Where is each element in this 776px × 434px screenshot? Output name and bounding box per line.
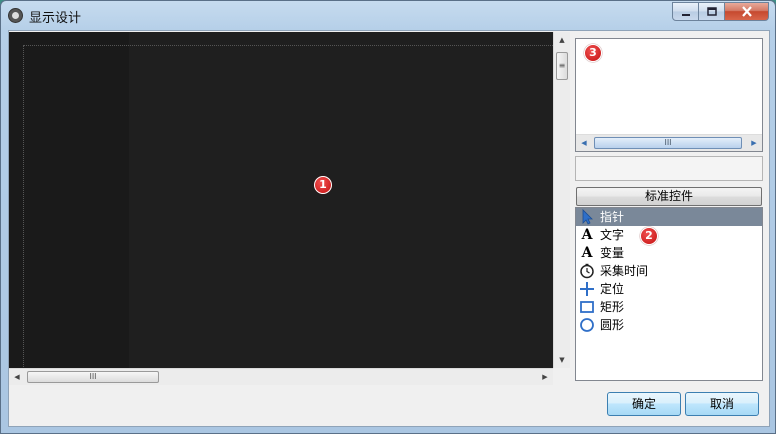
vertical-scroll-thumb[interactable]: ≡: [556, 52, 568, 80]
tool-item-capture-time[interactable]: 采集时间: [576, 262, 762, 280]
tool-item-label: 圆形: [600, 318, 625, 332]
window-controls: [672, 2, 769, 21]
tool-item-label: 矩形: [600, 300, 625, 314]
standard-controls-button[interactable]: 标准控件: [576, 187, 762, 206]
preview-scroll-left-icon[interactable]: ◀: [576, 135, 592, 151]
letter-a-icon: A: [581, 227, 593, 243]
toolbox-list: 指针 A 文字 2 A 变量 采集时间 定位 矩形 圆形: [575, 207, 763, 381]
maximize-button[interactable]: [698, 2, 725, 21]
tool-item-text[interactable]: A 文字 2: [576, 226, 762, 245]
circle-icon: [580, 318, 594, 332]
dialog-client-area: 1 ▲ ≡ ▼ ◀ III ▶ 3 ◀ III ▶ 标准控件 指针 A 文字 2…: [8, 30, 770, 427]
design-canvas[interactable]: 1: [9, 32, 553, 368]
canvas-work-area: [23, 45, 553, 368]
tool-item-label: 变量: [600, 246, 625, 260]
canvas-horizontal-scrollbar[interactable]: ◀ III ▶: [9, 368, 553, 385]
close-button[interactable]: [724, 2, 769, 21]
ok-button[interactable]: 确定: [607, 392, 681, 416]
tool-item-rectangle[interactable]: 矩形: [576, 298, 762, 316]
clock-icon: [580, 263, 594, 279]
minimize-button[interactable]: [672, 2, 699, 21]
annotation-badge-1: 1: [314, 176, 332, 194]
window-title: 显示设计: [29, 11, 82, 26]
display-design-window: 显示设计 1 ▲ ≡ ▼ ◀ III ▶ 3 ◀ III ▶ 标准控件 指针 A…: [0, 0, 776, 434]
minimize-icon: [681, 13, 690, 16]
crosshair-icon: [580, 282, 594, 296]
tool-item-locate[interactable]: 定位: [576, 280, 762, 298]
preview-panel[interactable]: 3 ◀ III ▶: [575, 38, 763, 152]
annotation-badge-2: 2: [640, 227, 658, 245]
tool-item-variable[interactable]: A 变量: [576, 244, 762, 262]
tool-item-label: 指针: [600, 210, 625, 224]
scroll-right-icon[interactable]: ▶: [537, 369, 553, 385]
preview-scroll-right-icon[interactable]: ▶: [746, 135, 762, 151]
camera-app-icon: [8, 8, 23, 23]
property-textbox[interactable]: [575, 156, 763, 181]
canvas-vertical-scrollbar[interactable]: ▲ ≡ ▼: [553, 32, 570, 368]
tool-item-label: 采集时间: [600, 264, 649, 278]
scroll-left-icon[interactable]: ◀: [9, 369, 25, 385]
tool-item-label: 文字: [600, 228, 625, 242]
maximize-icon: [706, 6, 717, 16]
scroll-down-icon[interactable]: ▼: [554, 352, 570, 368]
annotation-badge-3: 3: [584, 44, 602, 62]
tool-item-label: 定位: [600, 282, 625, 296]
preview-scroll-thumb[interactable]: III: [594, 137, 742, 149]
tool-item-circle[interactable]: 圆形: [576, 316, 762, 334]
horizontal-scroll-thumb[interactable]: III: [27, 371, 159, 383]
tool-item-pointer[interactable]: 指针: [576, 208, 762, 226]
close-icon: [741, 6, 752, 17]
scroll-up-icon[interactable]: ▲: [554, 32, 570, 48]
pointer-arrow-icon: [582, 209, 593, 225]
letter-a-icon: A: [581, 245, 593, 261]
preview-horizontal-scrollbar[interactable]: ◀ III ▶: [576, 134, 762, 151]
cancel-button[interactable]: 取消: [685, 392, 759, 416]
rectangle-icon: [580, 301, 594, 313]
title-bar[interactable]: 显示设计: [1, 1, 775, 31]
